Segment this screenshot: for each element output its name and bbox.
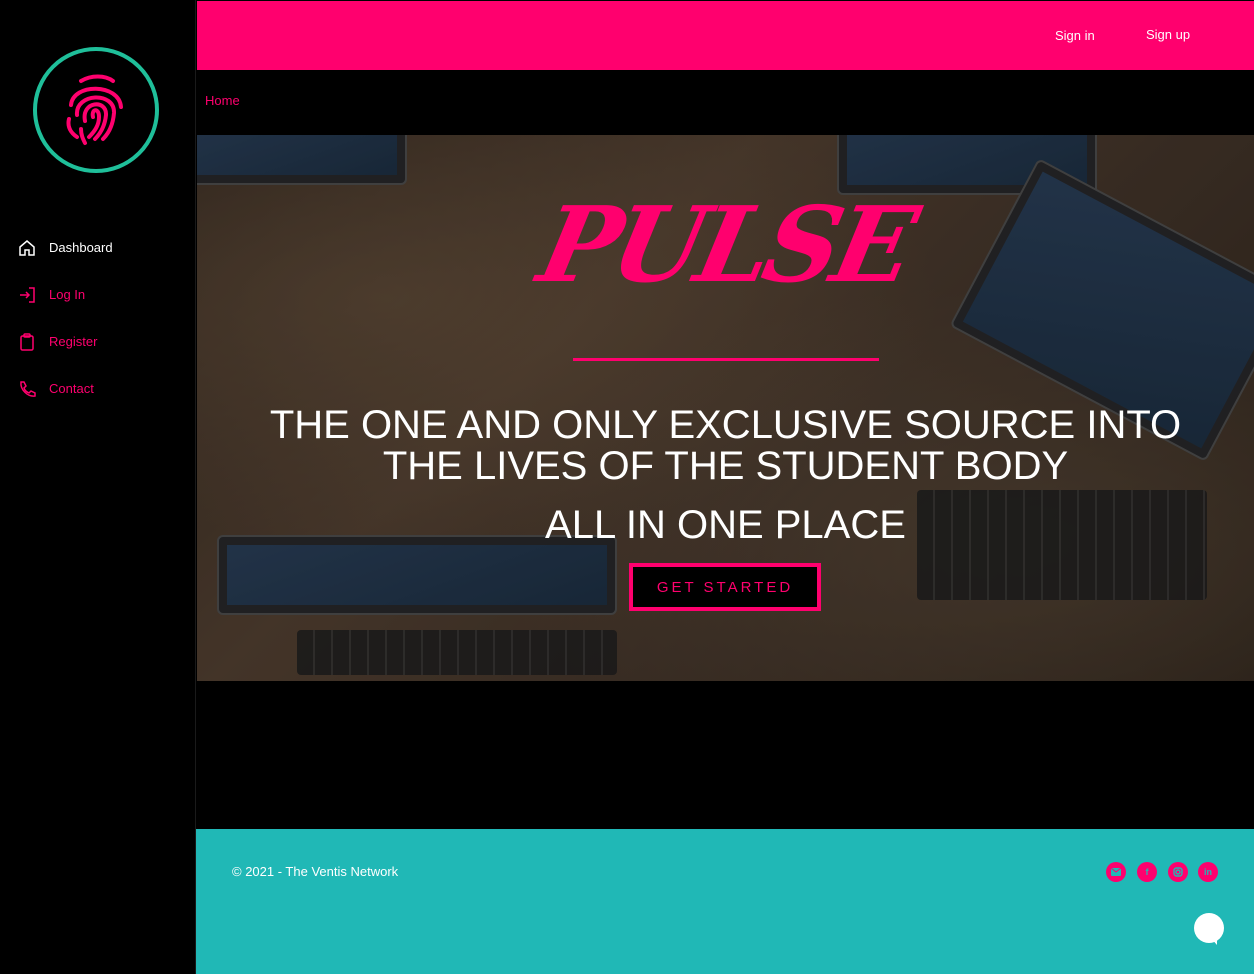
top-bar: Sign in Sign up bbox=[197, 1, 1254, 70]
hero-headline: THE ONE AND ONLY EXCLUSIVE SOURCE INTO T… bbox=[197, 405, 1254, 487]
hero-headline-line1: THE ONE AND ONLY EXCLUSIVE SOURCE INTO bbox=[269, 403, 1182, 447]
sidebar-item-login[interactable]: Log In bbox=[0, 271, 196, 318]
sidebar-item-register[interactable]: Register bbox=[0, 318, 196, 365]
home-icon bbox=[18, 239, 36, 257]
hero-section: PULSE THE ONE AND ONLY EXCLUSIVE SOURCE … bbox=[197, 135, 1254, 681]
linkedin-icon[interactable]: in bbox=[1198, 862, 1218, 882]
sidebar-item-dashboard[interactable]: Dashboard bbox=[0, 224, 196, 271]
sidebar-item-label: Dashboard bbox=[49, 240, 113, 255]
hero-headline-line2: THE LIVES OF THE STUDENT BODY bbox=[382, 444, 1069, 488]
hero-subheadline: ALL IN ONE PLACE bbox=[545, 503, 906, 547]
sidebar-item-label: Contact bbox=[49, 381, 94, 396]
sidebar-nav: Dashboard Log In Register Contact bbox=[0, 224, 196, 412]
facebook-icon[interactable]: f bbox=[1137, 862, 1157, 882]
instagram-icon[interactable] bbox=[1168, 862, 1188, 882]
footer: © 2021 - The Ventis Network f in bbox=[196, 829, 1254, 974]
breadcrumb-home[interactable]: Home bbox=[205, 93, 240, 108]
sidebar-item-label: Register bbox=[49, 334, 98, 349]
login-icon bbox=[18, 286, 36, 304]
brand-title: PULSE bbox=[529, 183, 922, 306]
copyright-text: © 2021 - The Ventis Network bbox=[232, 864, 399, 879]
sign-in-link[interactable]: Sign in bbox=[1055, 28, 1095, 43]
sidebar: Dashboard Log In Register Contact bbox=[0, 0, 196, 974]
chat-bubble-icon[interactable] bbox=[1194, 913, 1224, 945]
hero-divider bbox=[573, 358, 879, 361]
clipboard-icon bbox=[18, 332, 36, 351]
mail-icon[interactable] bbox=[1106, 862, 1126, 882]
fingerprint-logo-icon[interactable] bbox=[33, 47, 159, 173]
sidebar-item-contact[interactable]: Contact bbox=[0, 365, 196, 412]
phone-icon bbox=[18, 380, 36, 398]
get-started-button[interactable]: GET STARTED bbox=[629, 563, 821, 611]
sidebar-item-label: Log In bbox=[49, 287, 86, 302]
sign-up-link[interactable]: Sign up bbox=[1146, 27, 1190, 42]
